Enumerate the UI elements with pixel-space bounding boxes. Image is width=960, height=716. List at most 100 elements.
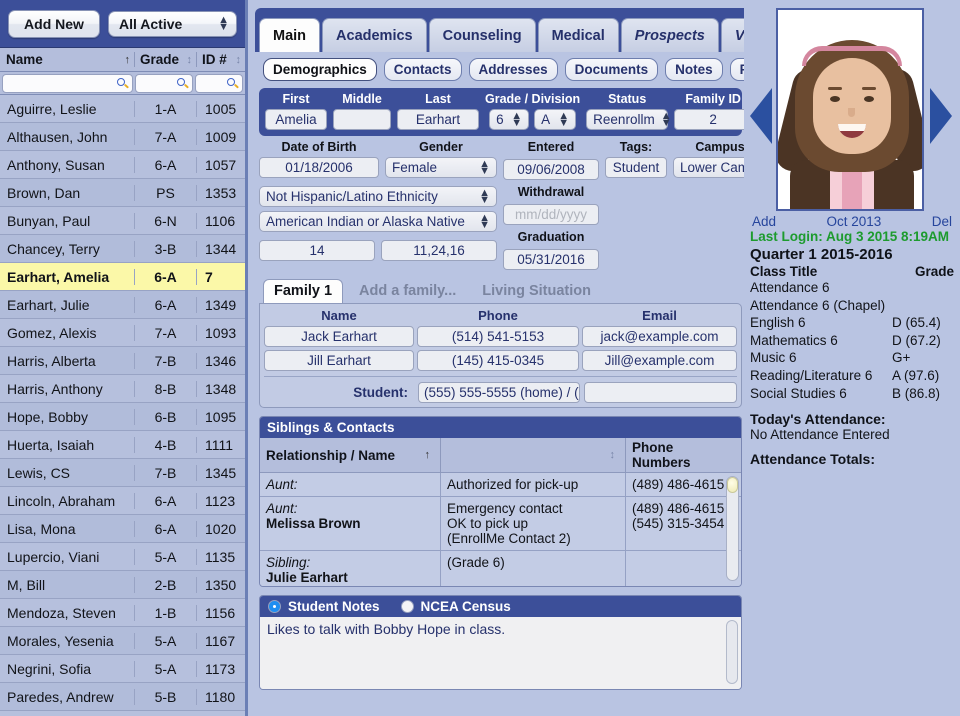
ethnicity-select[interactable]: Not Hispanic/Latino Ethnicity ▲▼ (259, 186, 497, 207)
photo-add-link[interactable]: Add (752, 214, 776, 229)
notes-scrollbar[interactable] (726, 620, 738, 684)
student-list-item[interactable]: Lewis, CS7-B1345 (0, 459, 245, 487)
sibling-contact-row[interactable]: Aunt:Melissa BrownEmergency contactOK to… (260, 497, 741, 551)
family-tab-2[interactable]: Living Situation (472, 280, 601, 303)
withdrawal-input[interactable]: mm/dd/yyyy (503, 204, 599, 225)
subtab-notes[interactable]: Notes (665, 58, 723, 81)
sibling-contact-row[interactable]: Aunt:Authorized for pick-up(489) 486-461… (260, 473, 741, 497)
previous-photo-arrow-icon[interactable] (750, 88, 772, 144)
extra-number-input[interactable]: 14 (259, 240, 375, 261)
tab-academics[interactable]: Academics (322, 18, 427, 52)
student-list-item[interactable]: Huerta, Isaiah4-B1111 (0, 431, 245, 459)
siblings-scrollbar[interactable] (726, 476, 739, 581)
family-member-name[interactable]: Jill Earhart (264, 350, 414, 371)
student-list-item[interactable]: Perea, Jocelyn5-A1187 (0, 711, 245, 716)
search-input-grade[interactable] (135, 74, 193, 93)
student-phone-input[interactable]: (555) 555-5555 (home) / (5 (418, 382, 580, 403)
grade-row: English 6D (65.4) (744, 314, 960, 332)
column-header-grade[interactable]: Grade ↕ (134, 52, 196, 67)
siblings-rows[interactable]: Aunt:Authorized for pick-up(489) 486-461… (260, 473, 741, 586)
subtab-demographics[interactable]: Demographics (263, 58, 377, 81)
last-name-input[interactable]: Earhart (397, 109, 479, 130)
sibling-contact-row[interactable]: Sibling:Julie Earhart(Grade 6) (260, 551, 741, 586)
notes-textarea[interactable]: Likes to talk with Bobby Hope in class. (260, 617, 741, 689)
student-list-item[interactable]: M, Bill2-B1350 (0, 571, 245, 599)
extra-list-input[interactable]: 11,24,16 (381, 240, 497, 261)
siblings-header-relationship[interactable]: Relationship / Name ↑ (260, 438, 440, 472)
radio-student-notes[interactable] (268, 600, 281, 613)
first-name-input[interactable]: Amelia (265, 109, 327, 130)
sibling-detail: Authorized for pick-up (440, 473, 625, 496)
subtab-contacts[interactable]: Contacts (384, 58, 462, 81)
student-email-input[interactable] (584, 382, 737, 403)
student-list-item[interactable]: Harris, Alberta7-B1346 (0, 347, 245, 375)
entered-input[interactable]: 09/06/2008 (503, 159, 599, 180)
race-select[interactable]: American Indian or Alaska Native ▲▼ (259, 211, 497, 232)
student-photo[interactable] (776, 8, 924, 211)
tab-main[interactable]: Main (259, 18, 320, 52)
column-header-name[interactable]: Name ↑ (0, 52, 134, 67)
tab-counseling[interactable]: Counseling (429, 18, 536, 52)
family-member-phone[interactable]: (145) 415-0345 (417, 350, 579, 371)
student-list-item[interactable]: Lupercio, Viani5-A1135 (0, 543, 245, 571)
tab-student-notes[interactable]: Student Notes (288, 599, 380, 614)
student-list-item[interactable]: Brown, DanPS1353 (0, 179, 245, 207)
photo-headband (802, 46, 902, 66)
active-filter-select[interactable]: All Active ▲▼ (108, 11, 237, 37)
student-list-item[interactable]: Mendoza, Steven1-B1156 (0, 599, 245, 627)
add-new-button[interactable]: Add New (8, 10, 100, 38)
family-member-phone[interactable]: (514) 541-5153 (417, 326, 579, 347)
student-list-item[interactable]: Earhart, Julie6-A1349 (0, 291, 245, 319)
subtab-addresses[interactable]: Addresses (469, 58, 558, 81)
dob-input[interactable]: 01/18/2006 (259, 157, 379, 178)
family-member-name[interactable]: Jack Earhart (264, 326, 414, 347)
student-list-item[interactable]: Harris, Anthony8-B1348 (0, 375, 245, 403)
middle-name-input[interactable] (333, 109, 391, 130)
student-list-item[interactable]: Paredes, Andrew5-B1180 (0, 683, 245, 711)
student-list-item[interactable]: Lisa, Mona6-A1020 (0, 515, 245, 543)
tab-prospects[interactable]: Prospects (621, 18, 719, 52)
graduation-input[interactable]: 05/31/2016 (503, 249, 599, 270)
family-tab-0[interactable]: Family 1 (263, 279, 343, 303)
family-id-input[interactable]: 2 (674, 109, 752, 130)
student-list-item[interactable]: Negrini, Sofia5-A1173 (0, 655, 245, 683)
student-list-item[interactable]: Morales, Yesenia5-A1167 (0, 627, 245, 655)
tab-medical[interactable]: Medical (538, 18, 619, 52)
tab-ncea-census[interactable]: NCEA Census (421, 599, 511, 614)
search-input-id[interactable] (195, 74, 243, 93)
photo-delete-link[interactable]: Del (932, 214, 952, 229)
student-list-item[interactable]: Hope, Bobby6-B1095 (0, 403, 245, 431)
next-photo-arrow-icon[interactable] (930, 88, 952, 144)
siblings-scrollbar-thumb[interactable] (727, 477, 738, 493)
search-input-name[interactable] (2, 74, 133, 93)
student-list-item[interactable]: Earhart, Amelia6-A7 (0, 263, 245, 291)
student-list-item[interactable]: Chancey, Terry3-B1344 (0, 235, 245, 263)
student-id: 1173 (196, 661, 245, 677)
siblings-header-detail[interactable]: ↕ (440, 438, 625, 472)
student-list-item[interactable]: Anthony, Susan6-A1057 (0, 151, 245, 179)
grade-select[interactable]: 6 ▲▼ (489, 109, 529, 130)
family-member-email[interactable]: jack@example.com (582, 326, 737, 347)
grade-class-title: Attendance 6 (750, 279, 892, 297)
sibling-relationship: Aunt: (266, 501, 434, 516)
student-list-item[interactable]: Gomez, Alexis7-A1093 (0, 319, 245, 347)
field-gender: Gender Female ▲▼ (385, 140, 497, 178)
family-tab-1[interactable]: Add a family... (349, 280, 466, 303)
division-select[interactable]: A ▲▼ (534, 109, 576, 130)
student-list-item[interactable]: Althausen, John7-A1009 (0, 123, 245, 151)
student-list-sidebar: Add New All Active ▲▼ Name ↑ Grade ↕ ID … (0, 0, 248, 716)
student-list-item[interactable]: Lincoln, Abraham6-A1123 (0, 487, 245, 515)
family-member-email[interactable]: Jill@example.com (582, 350, 737, 371)
column-header-id[interactable]: ID # ↕ (196, 52, 245, 67)
student-list-item[interactable]: Aguirre, Leslie1-A1005 (0, 95, 245, 123)
siblings-header-phones[interactable]: Phone Numbers (625, 438, 741, 472)
radio-ncea-census[interactable] (401, 600, 414, 613)
student-list-item[interactable]: Bunyan, Paul6-N1106 (0, 207, 245, 235)
status-select[interactable]: Reenrollm ▲▼ (586, 109, 668, 130)
gender-select[interactable]: Female ▲▼ (385, 157, 497, 178)
subtab-documents[interactable]: Documents (565, 58, 659, 81)
photo-brow-left (828, 87, 842, 90)
student-list[interactable]: Aguirre, Leslie1-A1005Althausen, John7-A… (0, 95, 245, 716)
tags-value[interactable]: Student (605, 157, 667, 178)
student-name: Althausen, John (0, 129, 134, 145)
